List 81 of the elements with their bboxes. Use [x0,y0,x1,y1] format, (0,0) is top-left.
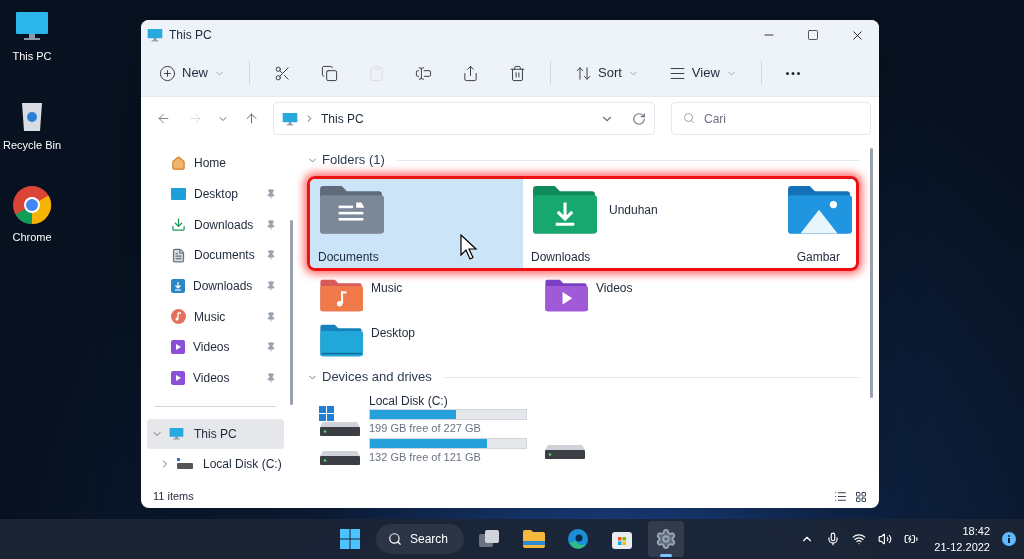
view-button[interactable]: View [658,57,747,89]
search-icon [683,112,695,124]
video-icon [171,340,185,355]
clock-date[interactable]: 21-12.2022 [934,539,990,555]
notification-icon[interactable] [1002,532,1016,546]
section-title: Folders (1) [322,151,385,170]
folder-tile[interactable]: Music [319,279,544,312]
desktop-icon-label: Chrome [12,230,52,245]
sidebar-item[interactable]: Desktop [147,178,284,210]
home-icon [171,155,186,171]
sidebar-item[interactable]: Documents [147,240,284,271]
drive-icon [177,457,193,470]
monitor-icon [147,27,163,43]
folder-tile[interactable]: Unduhan Downloads [523,179,737,268]
item-count: 11 items [153,489,195,505]
microphone-icon[interactable] [826,532,841,546]
start-icon[interactable] [340,529,360,549]
video-icon [171,371,185,386]
folder-label: Downloads [531,249,592,266]
window-title: This PC [169,27,212,44]
volume-icon[interactable] [878,532,893,546]
breadcrumb-item[interactable]: This PC [321,109,364,128]
documents-folder-icon [318,185,384,235]
desktop-icon [171,188,186,201]
folder-tile[interactable]: Gambar [737,179,856,268]
clock-time[interactable]: 18:42 [962,523,990,539]
monitor-icon [169,427,184,440]
back-icon [155,111,171,126]
new-button[interactable]: New [149,57,235,89]
sort-button[interactable]: Sort [565,57,649,89]
browser-icon[interactable] [12,185,52,225]
folder-label: Gambar [796,249,841,266]
videos-folder-icon [544,279,588,312]
drive-tile[interactable]: Local Disk (C:) 199 GB free of 227 GB [319,393,859,436]
maximize-icon [807,29,819,41]
pictures-folder-icon [786,185,852,235]
document-icon [171,247,186,263]
forward-icon [187,111,203,126]
downloads-folder-icon [531,185,597,235]
taskbar-app[interactable] [648,521,684,557]
music-folder-icon [319,279,363,312]
drive-icon [544,444,586,459]
tree-item-label: This PC [194,425,237,443]
monitor-icon [282,110,298,127]
download-icon [171,279,185,294]
sidebar-item[interactable]: Home [147,148,284,179]
search-field[interactable]: Cari [671,102,871,135]
search-icon [388,532,402,546]
folder-tile[interactable]: Videos [544,279,859,312]
tree-item[interactable]: Local Disk (C:) [155,448,284,479]
browser-icon [567,528,589,550]
battery-icon[interactable] [904,532,919,546]
folder-icon [523,530,545,548]
tree-item-label: Local Disk (C:) [203,455,282,473]
sidebar-item[interactable]: Videos [147,362,284,394]
folder-label: Unduhan [609,202,658,219]
wifi-icon[interactable] [852,532,867,546]
section-title: Devices and drives [322,368,432,387]
folder-tile[interactable]: Desktop [319,324,544,357]
sidebar-item[interactable]: Videos [147,332,284,363]
folder-tile[interactable]: Documents [310,179,523,268]
address-bar[interactable]: This PC [273,102,655,135]
details-view-icon[interactable] [834,490,847,503]
mouse-pointer-icon [460,234,478,260]
sidebar-item[interactable]: Downloads [147,209,284,241]
settings-icon [655,528,677,550]
refresh-icon[interactable] [632,111,646,126]
task-view-icon [479,529,501,549]
tree-item[interactable]: This PC [147,418,284,449]
sidebar-item[interactable]: Music [147,301,284,333]
desktop-folder-icon [319,324,363,357]
desktop-icon-label: Recycle Bin [2,137,62,153]
up-icon [243,111,259,126]
music-icon [171,309,186,325]
tiles-view-icon[interactable] [855,490,867,503]
sidebar-item[interactable]: Downloads [147,270,284,302]
desktop-icon-label: This PC [12,49,52,64]
download-icon [171,217,186,233]
drive-tile[interactable]: 132 GB free of 121 GB [319,438,544,465]
taskbar-search[interactable]: Search [376,524,464,554]
folder-label: Documents [318,249,380,266]
